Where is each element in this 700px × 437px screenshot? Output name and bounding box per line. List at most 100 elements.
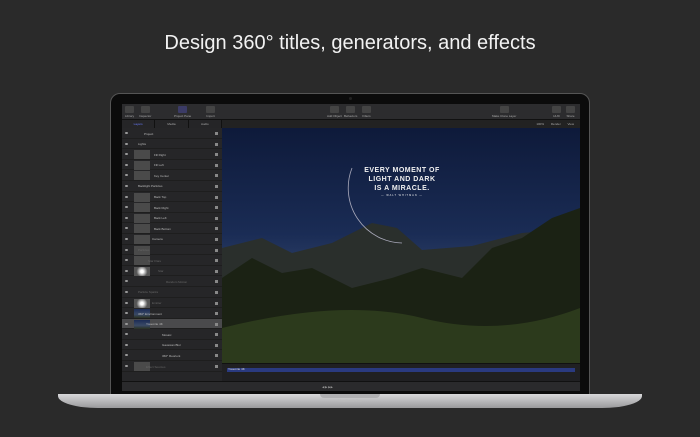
zoom-level[interactable]: 100% bbox=[536, 122, 544, 126]
layer-row[interactable]: Yosemite 4K bbox=[122, 318, 222, 330]
view-menu[interactable]: View bbox=[568, 122, 574, 126]
add-object-button[interactable]: Add Object bbox=[327, 106, 342, 118]
tab-audio[interactable]: Audio bbox=[189, 120, 222, 128]
lock-icon[interactable] bbox=[215, 301, 218, 305]
layer-row[interactable]: Lights bbox=[122, 139, 222, 150]
lock-icon[interactable] bbox=[215, 322, 218, 326]
layer-row[interactable]: Fill Right bbox=[122, 149, 222, 160]
layer-row[interactable]: Particle Sparks bbox=[122, 287, 222, 298]
visibility-checkbox[interactable] bbox=[125, 206, 128, 209]
lock-icon[interactable] bbox=[215, 132, 218, 135]
layer-row[interactable]: Fill Left bbox=[122, 160, 222, 171]
layer-row[interactable]: Backlight Particles bbox=[122, 181, 222, 192]
visibility-checkbox[interactable] bbox=[125, 343, 128, 346]
layer-row[interactable]: Emitter bbox=[122, 298, 222, 309]
lock-icon[interactable] bbox=[215, 142, 218, 146]
lock-icon[interactable] bbox=[215, 174, 218, 178]
layer-row[interactable]: Project bbox=[122, 128, 222, 139]
visibility-checkbox[interactable] bbox=[125, 132, 128, 134]
visibility-checkbox[interactable] bbox=[125, 354, 128, 357]
title-text[interactable]: EVERY MOMENT OF LIGHT AND DARK IS A MIRA… bbox=[342, 166, 462, 199]
visibility-checkbox[interactable] bbox=[125, 280, 128, 283]
behaviors-button[interactable]: Behaviors bbox=[344, 106, 357, 118]
lock-icon[interactable] bbox=[215, 259, 218, 263]
lock-icon[interactable] bbox=[215, 237, 218, 241]
layer-row[interactable]: Key Center bbox=[122, 170, 222, 181]
layer-row[interactable]: Back Top bbox=[122, 192, 222, 203]
mini-timeline[interactable]: Yosemite 4K bbox=[222, 363, 580, 381]
visibility-checkbox[interactable] bbox=[125, 216, 128, 219]
visibility-checkbox[interactable] bbox=[125, 312, 128, 315]
visibility-checkbox[interactable] bbox=[125, 269, 128, 272]
tab-media[interactable]: Media bbox=[155, 120, 189, 128]
lock-icon[interactable] bbox=[215, 227, 218, 231]
layer-name: Back Bottom bbox=[154, 226, 172, 231]
project-pane-button[interactable]: Project Pane bbox=[174, 106, 191, 118]
layer-row[interactable]: Star bbox=[122, 266, 222, 277]
visibility-checkbox[interactable] bbox=[125, 142, 128, 145]
library-button[interactable]: Library bbox=[125, 106, 134, 118]
play-controls[interactable]: ◀ ▶ ▶▶ bbox=[322, 385, 333, 389]
layer-row[interactable]: Random Motion bbox=[122, 276, 222, 287]
layer-row[interactable]: Back Right bbox=[122, 202, 222, 213]
inspector-button[interactable]: Inspector bbox=[139, 106, 151, 118]
layer-row[interactable]: Back Bottom bbox=[122, 223, 222, 234]
lock-icon[interactable] bbox=[215, 354, 218, 358]
layer-row[interactable]: 360° Environment bbox=[122, 308, 222, 319]
lock-icon[interactable] bbox=[215, 153, 218, 157]
timeline-clip[interactable] bbox=[227, 368, 575, 372]
lock-icon[interactable] bbox=[215, 312, 218, 316]
layer-name: 360° Environment bbox=[138, 311, 162, 316]
visibility-checkbox[interactable] bbox=[125, 195, 128, 198]
layer-thumbnail bbox=[134, 234, 150, 244]
layer-thumbnail bbox=[134, 298, 150, 308]
lock-icon[interactable] bbox=[215, 343, 218, 347]
visibility-checkbox[interactable] bbox=[125, 163, 128, 166]
layer-thumbnail bbox=[134, 192, 150, 202]
layers-tabs: Layers Media Audio bbox=[122, 120, 222, 128]
visibility-checkbox[interactable] bbox=[125, 153, 128, 156]
layer-name: 360° Reorient bbox=[162, 353, 181, 358]
visibility-checkbox[interactable] bbox=[125, 333, 128, 336]
lock-icon[interactable] bbox=[215, 365, 218, 369]
lock-icon[interactable] bbox=[215, 333, 218, 337]
share-button[interactable]: Share bbox=[566, 106, 575, 118]
layer-row[interactable]: Star Flare bbox=[122, 255, 222, 266]
lock-icon[interactable] bbox=[215, 184, 218, 188]
make-clone-button[interactable]: Make Clone Layer bbox=[492, 106, 516, 118]
visibility-checkbox[interactable] bbox=[125, 259, 128, 262]
visibility-checkbox[interactable] bbox=[125, 184, 128, 187]
lock-icon[interactable] bbox=[215, 280, 218, 284]
layer-row[interactable]: Particles bbox=[122, 245, 222, 256]
visibility-checkbox[interactable] bbox=[125, 174, 128, 177]
visibility-checkbox[interactable] bbox=[125, 290, 128, 293]
filters-button[interactable]: Filters bbox=[362, 106, 371, 118]
lock-icon[interactable] bbox=[215, 195, 218, 199]
visibility-checkbox[interactable] bbox=[125, 322, 128, 325]
visibility-checkbox[interactable] bbox=[125, 227, 128, 230]
layer-name: Back Top bbox=[154, 195, 167, 200]
lock-icon[interactable] bbox=[215, 290, 218, 294]
visibility-checkbox[interactable] bbox=[125, 237, 128, 240]
visibility-checkbox[interactable] bbox=[125, 248, 128, 251]
lock-icon[interactable] bbox=[215, 216, 218, 220]
layer-row[interactable]: 360° Reorient bbox=[122, 350, 222, 362]
layer-row[interactable]: Gaussian Blur bbox=[122, 340, 222, 351]
hud-button[interactable]: HUD bbox=[552, 106, 561, 118]
lock-icon[interactable] bbox=[215, 269, 218, 273]
layer-row[interactable]: Mosaic bbox=[122, 329, 222, 340]
layer-name: Yosemite 4K bbox=[146, 322, 163, 327]
lock-icon[interactable] bbox=[215, 248, 218, 252]
visibility-checkbox[interactable] bbox=[125, 301, 128, 304]
layer-row[interactable]: Camera bbox=[122, 234, 222, 245]
import-button[interactable]: Import bbox=[206, 106, 215, 118]
canvas-viewer[interactable]: EVERY MOMENT OF LIGHT AND DARK IS A MIRA… bbox=[222, 128, 580, 363]
layer-name: Gaussian Blur bbox=[162, 343, 181, 348]
layer-row[interactable]: Effect Sources bbox=[122, 361, 222, 372]
layer-row[interactable]: Back Left bbox=[122, 213, 222, 224]
visibility-checkbox[interactable] bbox=[125, 365, 128, 368]
lock-icon[interactable] bbox=[215, 206, 218, 210]
lock-icon[interactable] bbox=[215, 163, 218, 167]
render-menu[interactable]: Render bbox=[551, 122, 561, 126]
tab-layers[interactable]: Layers bbox=[122, 120, 156, 128]
